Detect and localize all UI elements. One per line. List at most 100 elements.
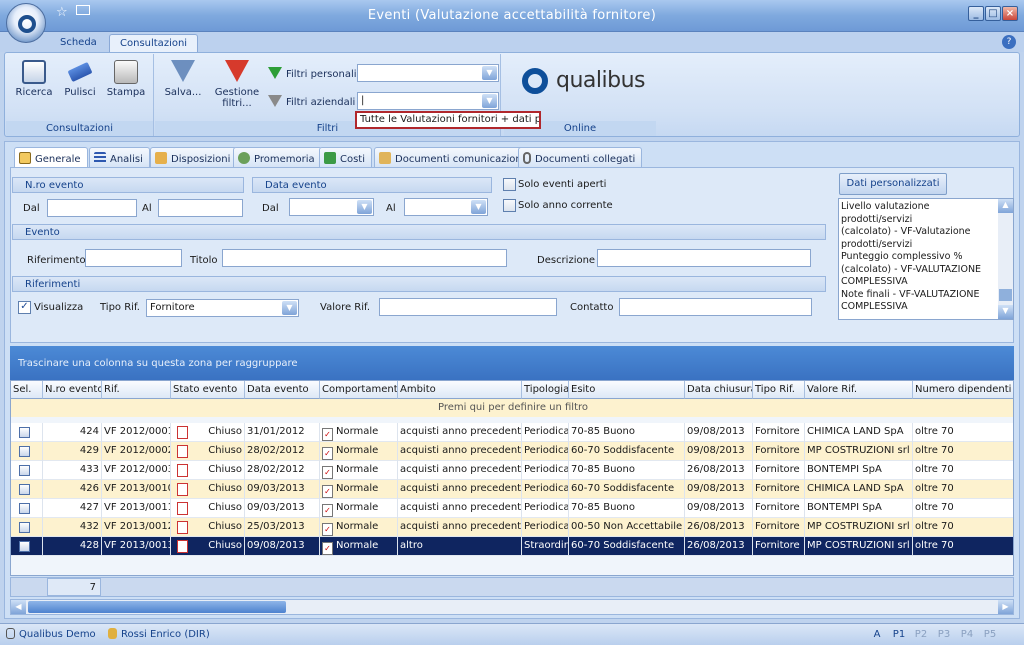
list-item[interactable]: Note finali - VF-VALUTAZIONE bbox=[841, 289, 997, 302]
list-item[interactable]: COMPLESSIVA bbox=[841, 276, 997, 289]
col-header-comportamento[interactable]: Comportamento bbox=[320, 381, 398, 399]
visualizza-checkbox[interactable]: ✓ bbox=[18, 301, 31, 314]
row-select-checkbox[interactable] bbox=[19, 522, 30, 533]
stampa-button[interactable]: Stampa bbox=[105, 60, 147, 98]
row-select-checkbox[interactable] bbox=[19, 465, 30, 476]
col-header-sel[interactable]: Sel. bbox=[11, 381, 43, 399]
status-button-p5[interactable]: P5 bbox=[979, 627, 1001, 643]
data-al-picker[interactable]: ▼ bbox=[404, 198, 488, 216]
col-header-stato-evento[interactable]: Stato evento bbox=[171, 381, 245, 399]
col-header-data-chiusura[interactable]: Data chiusura bbox=[685, 381, 753, 399]
col-header-tipo-rif[interactable]: Tipo Rif. bbox=[753, 381, 805, 399]
table-row[interactable]: 427 VF 2013/0011 Chiuso 09/03/2013 ✓ Normale a… bbox=[11, 499, 1013, 518]
nro-dal-input[interactable] bbox=[47, 199, 137, 217]
valore-rif-input[interactable] bbox=[379, 298, 557, 316]
scroll-down-icon[interactable]: ▼ bbox=[998, 305, 1013, 319]
tab-consultazioni[interactable]: Consultazioni bbox=[109, 34, 199, 52]
document-icon[interactable] bbox=[177, 464, 188, 477]
document-icon[interactable] bbox=[177, 426, 188, 439]
status-button-p4[interactable]: P4 bbox=[956, 627, 978, 643]
app-menu-orb[interactable] bbox=[6, 3, 46, 43]
status-button-p2[interactable]: P2 bbox=[910, 627, 932, 643]
list-item[interactable]: prodotti/servizi bbox=[841, 239, 997, 252]
col-header-data-evento[interactable]: Data evento bbox=[245, 381, 320, 399]
sel-checkbox[interactable] bbox=[11, 518, 43, 537]
filtri-aziendali-combo[interactable]: | ▼ bbox=[357, 92, 499, 110]
sel-checkbox[interactable] bbox=[11, 499, 43, 518]
scroll-thumb[interactable] bbox=[28, 601, 286, 613]
list-item[interactable]: (calcolato) - VF-Valutazione bbox=[841, 226, 997, 239]
chevron-down-icon[interactable]: ▼ bbox=[357, 200, 372, 214]
gestione-filtri-button[interactable]: Gestione filtri... bbox=[213, 60, 261, 109]
tab-analisi[interactable]: Analisi bbox=[89, 147, 150, 167]
sel-checkbox[interactable] bbox=[11, 442, 43, 461]
status-button-a[interactable]: A bbox=[866, 627, 888, 643]
document-icon[interactable] bbox=[177, 483, 188, 496]
row-select-checkbox[interactable] bbox=[19, 427, 30, 438]
tab-generale[interactable]: Generale bbox=[14, 147, 88, 168]
table-row[interactable]: 426 VF 2013/0010 Chiuso 09/03/2013 ✓ Normale a… bbox=[11, 480, 1013, 499]
user-status[interactable]: Rossi Enrico (DIR) bbox=[108, 628, 210, 640]
col-header-numero-dipendenti[interactable]: Numero dipendenti - V bbox=[913, 381, 1013, 399]
dati-personalizzati-button[interactable]: Dati personalizzati bbox=[839, 173, 947, 195]
tab-documenti-comunicazioni[interactable]: Documenti comunicazioni bbox=[374, 147, 532, 167]
horizontal-scrollbar[interactable]: ◀ ▶ bbox=[10, 599, 1014, 615]
list-scrollbar[interactable]: ▲ ▼ bbox=[998, 199, 1013, 319]
row-select-checkbox[interactable] bbox=[19, 484, 30, 495]
tipo-rif-combo[interactable]: Fornitore ▼ bbox=[146, 299, 299, 317]
scroll-up-icon[interactable]: ▲ bbox=[998, 199, 1013, 213]
table-row[interactable]: 424 VF 2012/0001 Chiuso 31/01/2012 ✓ Normale a… bbox=[11, 423, 1013, 442]
list-item[interactable]: COMPLESSIVA bbox=[841, 301, 997, 314]
row-select-checkbox[interactable] bbox=[19, 541, 30, 552]
row-select-checkbox[interactable] bbox=[19, 446, 30, 457]
row-select-checkbox[interactable] bbox=[19, 503, 30, 514]
tab-disposizioni[interactable]: Disposizioni bbox=[150, 147, 238, 167]
solo-eventi-aperti-checkbox[interactable] bbox=[503, 178, 516, 191]
document-icon[interactable] bbox=[177, 502, 188, 515]
sel-checkbox[interactable] bbox=[11, 461, 43, 480]
help-icon[interactable]: ? bbox=[1002, 35, 1016, 49]
chevron-down-icon[interactable]: ▼ bbox=[471, 200, 486, 214]
table-row[interactable]: 433 VF 2012/0003 Chiuso 28/02/2012 ✓ Normale a… bbox=[11, 461, 1013, 480]
filter-row[interactable]: Premi qui per definire un filtro bbox=[11, 399, 1013, 417]
scroll-left-icon[interactable]: ◀ bbox=[11, 600, 26, 614]
scroll-thumb[interactable] bbox=[999, 289, 1012, 301]
contatto-input[interactable] bbox=[619, 298, 812, 316]
scroll-right-icon[interactable]: ▶ bbox=[998, 600, 1013, 614]
titolo-input[interactable] bbox=[222, 249, 507, 267]
status-button-p1[interactable]: P1 bbox=[888, 627, 910, 643]
document-icon[interactable] bbox=[177, 521, 188, 534]
chevron-down-icon[interactable]: ▼ bbox=[282, 301, 297, 315]
tab-promemoria[interactable]: Promemoria bbox=[233, 147, 322, 167]
company-status[interactable]: Qualibus Demo bbox=[6, 628, 96, 640]
list-item[interactable]: Punteggio complessivo % bbox=[841, 251, 997, 264]
minimize-button[interactable]: _ bbox=[968, 6, 984, 21]
status-button-p3[interactable]: P3 bbox=[933, 627, 955, 643]
chevron-down-icon[interactable]: ▼ bbox=[482, 66, 497, 80]
riferimento-input[interactable] bbox=[85, 249, 182, 267]
salva-filtro-button[interactable]: Salva... bbox=[161, 60, 205, 98]
document-icon[interactable] bbox=[177, 540, 188, 553]
dati-personalizzati-list[interactable]: Livello valutazione prodotti/servizi (ca… bbox=[838, 198, 1014, 320]
data-dal-picker[interactable]: ▼ bbox=[289, 198, 374, 216]
col-header-esito[interactable]: Esito bbox=[569, 381, 685, 399]
tab-scheda[interactable]: Scheda bbox=[50, 34, 107, 52]
sel-checkbox[interactable] bbox=[11, 480, 43, 499]
col-header-ambito[interactable]: Ambito bbox=[398, 381, 522, 399]
chevron-down-icon[interactable]: ▼ bbox=[482, 94, 497, 108]
nro-al-input[interactable] bbox=[158, 199, 243, 217]
col-header-valore-rif[interactable]: Valore Rif. bbox=[805, 381, 913, 399]
table-row[interactable]: 432 VF 2013/0012 Chiuso 25/03/2013 ✓ Normale a… bbox=[11, 518, 1013, 537]
sel-checkbox[interactable] bbox=[11, 423, 43, 442]
solo-anno-corrente-checkbox[interactable] bbox=[503, 199, 516, 212]
ricerca-button[interactable]: Ricerca bbox=[14, 60, 54, 98]
maximize-button[interactable]: □ bbox=[985, 6, 1001, 21]
table-row[interactable]: 428 VF 2013/0013 Chiuso 09/08/2013 ✓ Normale a… bbox=[11, 537, 1013, 556]
document-icon[interactable] bbox=[177, 445, 188, 458]
qualibus-logo[interactable]: qualibus bbox=[522, 64, 645, 104]
col-header-nro-evento[interactable]: N.ro evento bbox=[43, 381, 102, 399]
sel-checkbox[interactable] bbox=[11, 537, 43, 556]
tab-documenti-collegati[interactable]: Documenti collegati bbox=[518, 147, 643, 167]
list-item[interactable]: Livello valutazione prodotti/servizi bbox=[841, 201, 997, 226]
close-button[interactable]: × bbox=[1002, 6, 1018, 21]
